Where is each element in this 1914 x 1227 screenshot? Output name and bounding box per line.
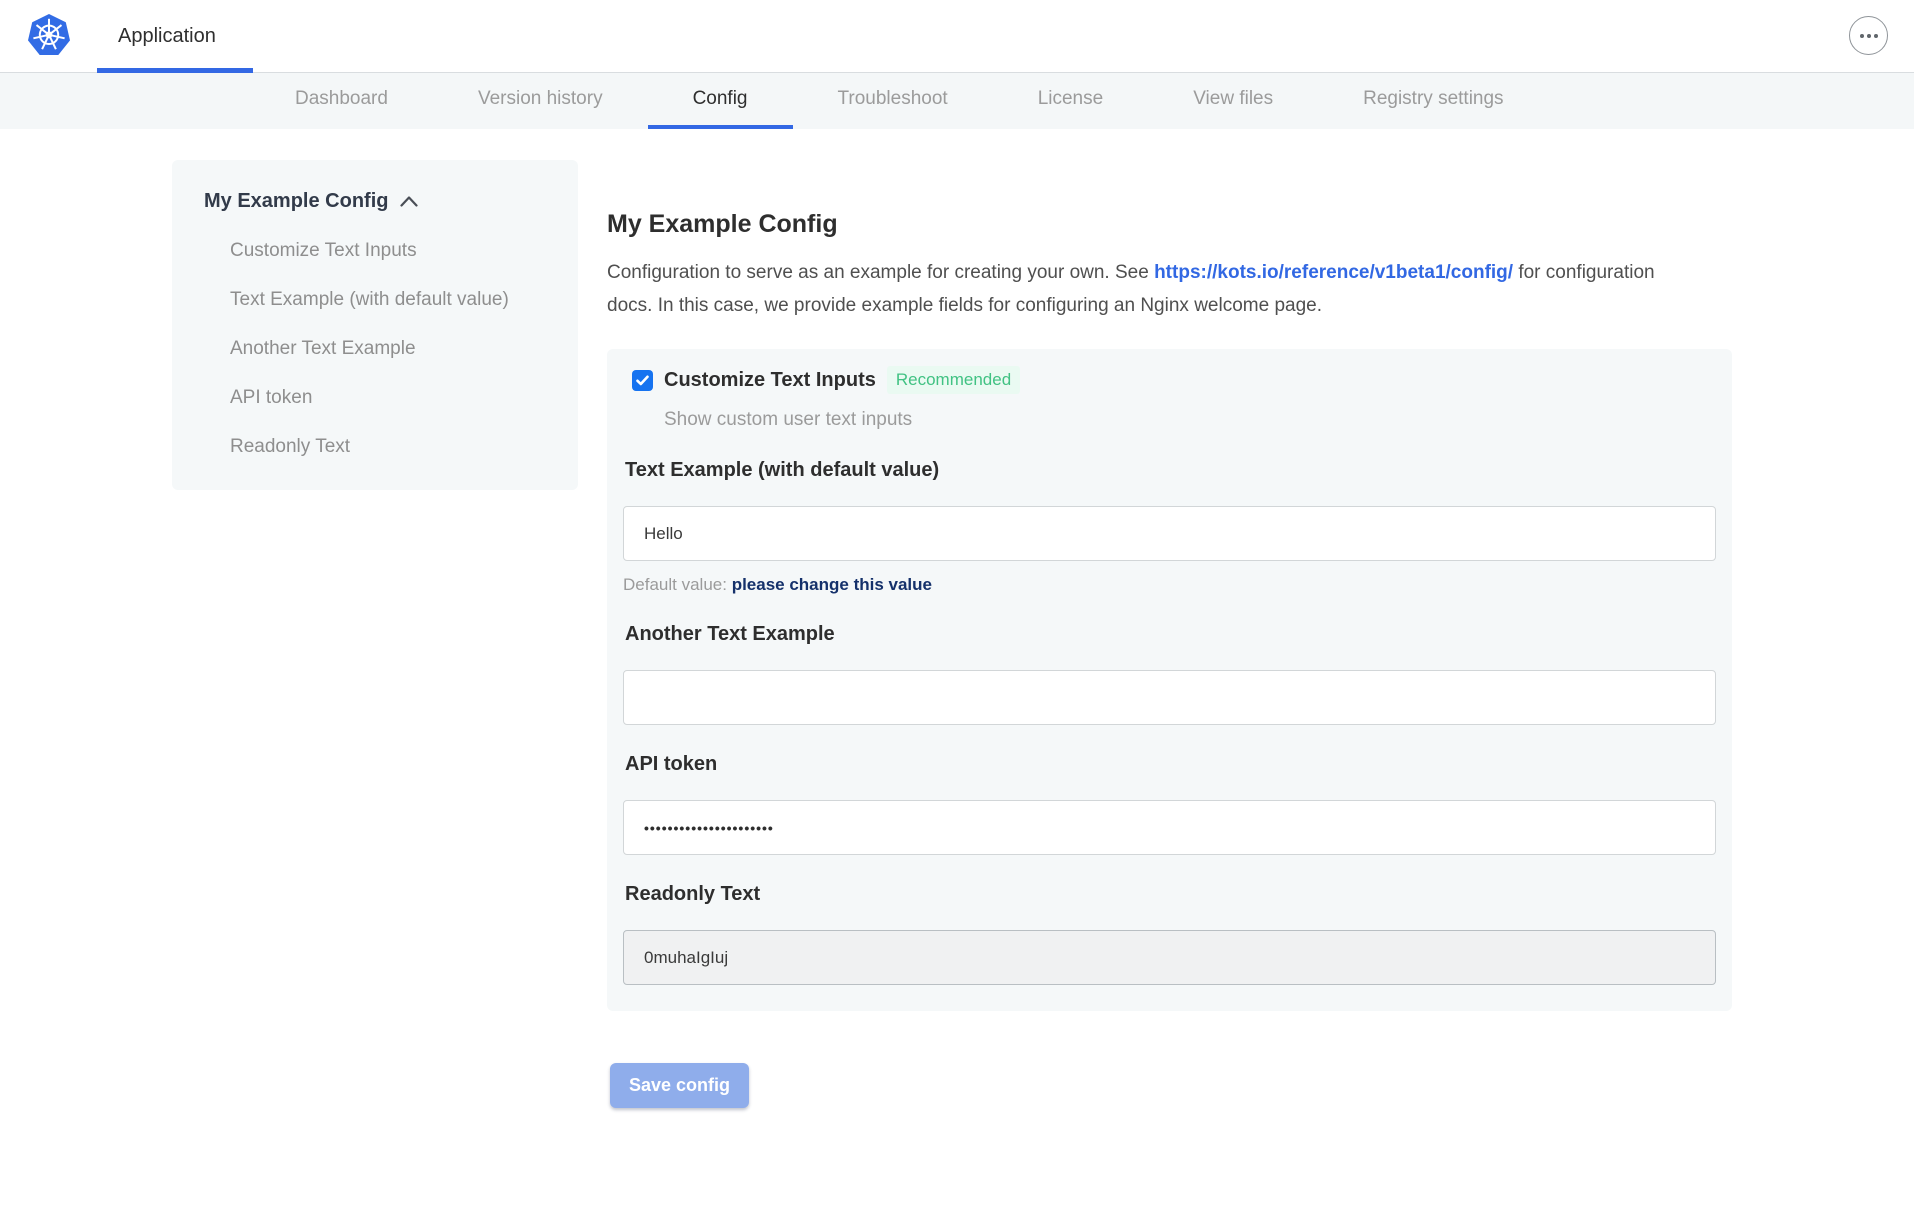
- field-label: Readonly Text: [623, 883, 1716, 906]
- chevron-up-icon: [400, 196, 418, 207]
- tab-registry-settings[interactable]: Registry settings: [1318, 73, 1548, 129]
- field-api-token: API token: [623, 753, 1716, 855]
- app-tab-label: Application: [118, 25, 216, 48]
- customize-text-inputs-checkbox[interactable]: [632, 370, 653, 391]
- readonly-text-input: [623, 930, 1716, 985]
- field-text-example: Text Example (with default value) Defaul…: [623, 459, 1716, 595]
- save-config-button[interactable]: Save config: [610, 1063, 749, 1108]
- kubernetes-logo: [27, 13, 71, 59]
- config-group-panel: Customize Text Inputs Recommended Show c…: [607, 349, 1732, 1011]
- config-group-toggle[interactable]: My Example Config: [204, 190, 550, 213]
- config-main-column: My Example Config Configuration to serve…: [607, 210, 1747, 1108]
- another-text-example-input[interactable]: [623, 670, 1716, 725]
- overflow-menu-button[interactable]: [1849, 16, 1888, 55]
- customize-text-inputs-row: Customize Text Inputs Recommended: [632, 366, 1716, 394]
- tab-application[interactable]: Application: [118, 0, 216, 73]
- tab-view-files[interactable]: View files: [1148, 73, 1318, 129]
- field-label: API token: [623, 753, 1716, 776]
- ellipsis-icon: [1860, 34, 1864, 38]
- field-label: Another Text Example: [623, 623, 1716, 646]
- tab-troubleshoot[interactable]: Troubleshoot: [793, 73, 993, 129]
- config-nav-panel: My Example Config Customize Text Inputs …: [172, 160, 578, 490]
- sidebar-item-customize-text-inputs[interactable]: Customize Text Inputs: [230, 240, 550, 262]
- recommended-badge: Recommended: [887, 366, 1020, 394]
- text-example-input[interactable]: [623, 506, 1716, 561]
- checkmark-icon: [636, 375, 649, 386]
- sidebar-item-api-token[interactable]: API token: [230, 387, 550, 409]
- sidebar-item-another-text-example[interactable]: Another Text Example: [230, 338, 550, 360]
- field-readonly-text: Readonly Text: [623, 883, 1716, 985]
- app-nav-bar: Dashboard Version history Config Trouble…: [0, 73, 1914, 129]
- config-group-title: My Example Config: [204, 190, 388, 213]
- api-token-input[interactable]: [623, 800, 1716, 855]
- page-title: My Example Config: [607, 210, 1747, 239]
- helper-default-value: please change this value: [732, 575, 932, 594]
- sidebar-item-readonly-text[interactable]: Readonly Text: [230, 436, 550, 458]
- field-another-text-example: Another Text Example: [623, 623, 1716, 725]
- tab-license[interactable]: License: [993, 73, 1149, 129]
- config-docs-link[interactable]: https://kots.io/reference/v1beta1/config…: [1154, 262, 1513, 283]
- checkbox-label[interactable]: Customize Text Inputs: [664, 369, 876, 392]
- field-label: Text Example (with default value): [623, 459, 1716, 482]
- config-description: Configuration to serve as an example for…: [607, 256, 1699, 322]
- tab-version-history[interactable]: Version history: [433, 73, 648, 129]
- top-bar: Application: [0, 0, 1914, 73]
- helper-prefix: Default value:: [623, 575, 732, 594]
- sidebar-item-text-example[interactable]: Text Example (with default value): [230, 289, 550, 311]
- tab-config[interactable]: Config: [648, 73, 793, 129]
- tab-dashboard[interactable]: Dashboard: [250, 73, 433, 129]
- checkbox-help-text: Show custom user text inputs: [664, 409, 1716, 431]
- description-text-before: Configuration to serve as an example for…: [607, 262, 1154, 283]
- field-helper-text: Default value: please change this value: [623, 575, 1716, 595]
- active-app-tab-underline: [97, 68, 253, 73]
